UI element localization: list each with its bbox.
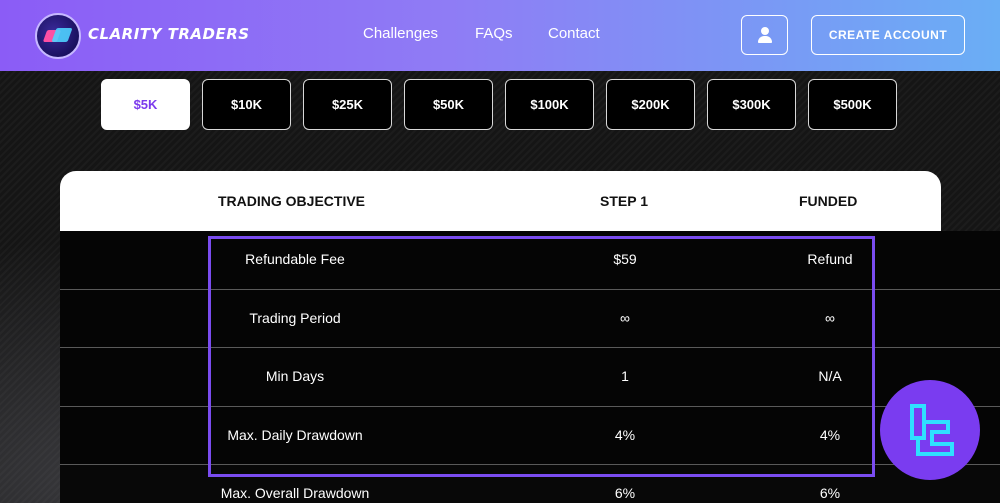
- tab-25k[interactable]: $25K: [303, 79, 392, 130]
- objective-cell: Max. Daily Drawdown: [227, 426, 363, 443]
- tab-100k[interactable]: $100K: [505, 79, 594, 130]
- tradingfinder-badge-icon: [910, 404, 954, 456]
- tab-200k[interactable]: $200K: [606, 79, 695, 130]
- funded-cell: ∞: [825, 309, 835, 326]
- column-header-objective: TRADING OBJECTIVE: [218, 193, 366, 209]
- column-header-funded: FUNDED: [799, 193, 858, 209]
- create-account-button[interactable]: CREATE ACCOUNT: [811, 15, 965, 55]
- funded-cell: Refund: [807, 251, 853, 267]
- objectives-table-body: Refundable Fee $59 Refund Trading Period…: [60, 231, 1000, 503]
- user-icon: [757, 27, 772, 43]
- step1-cell: 4%: [614, 426, 636, 443]
- objective-cell: Trading Period: [249, 309, 341, 326]
- objective-cell: Max. Overall Drawdown: [220, 485, 370, 501]
- brand-name[interactable]: CLARITY TRADERS: [88, 25, 250, 43]
- nav-link-contact[interactable]: Contact: [548, 25, 600, 42]
- tab-50k[interactable]: $50K: [404, 79, 493, 130]
- funded-cell: 6%: [819, 485, 841, 501]
- account-size-tabs: $5K $10K $25K $50K $100K $200K $300K $50…: [101, 79, 909, 130]
- brand-logo[interactable]: [35, 13, 81, 59]
- table-row: Max. Daily Drawdown 4% 4%: [60, 406, 1000, 465]
- tab-10k[interactable]: $10K: [202, 79, 291, 130]
- tab-500k[interactable]: $500K: [808, 79, 897, 130]
- step1-cell: 1: [621, 368, 629, 384]
- nav-link-faqs[interactable]: FAQs: [475, 25, 513, 42]
- table-row: Trading Period ∞ ∞: [60, 289, 1000, 348]
- account-button[interactable]: [741, 15, 788, 55]
- top-navbar: CLARITY TRADERS Challenges FAQs Contact …: [0, 0, 1000, 71]
- column-header-step1: STEP 1: [600, 193, 648, 209]
- tab-5k[interactable]: $5K: [101, 79, 190, 130]
- tradingfinder-badge: [880, 380, 980, 480]
- table-header: TRADING OBJECTIVE STEP 1 FUNDED: [60, 171, 941, 231]
- tab-300k[interactable]: $300K: [707, 79, 796, 130]
- step1-cell: 6%: [614, 485, 636, 501]
- table-row: Min Days 1 N/A: [60, 348, 1000, 407]
- funded-cell: N/A: [818, 368, 842, 384]
- table-row: Max. Overall Drawdown 6% 6%: [60, 465, 1000, 503]
- table-row: Refundable Fee $59 Refund: [60, 231, 1000, 290]
- funded-cell: 4%: [819, 426, 841, 443]
- objective-cell: Refundable Fee: [245, 251, 345, 267]
- objective-cell: Min Days: [265, 368, 325, 384]
- step1-cell: $59: [613, 251, 637, 267]
- step1-cell: ∞: [620, 309, 630, 326]
- nav-link-challenges[interactable]: Challenges: [363, 25, 438, 42]
